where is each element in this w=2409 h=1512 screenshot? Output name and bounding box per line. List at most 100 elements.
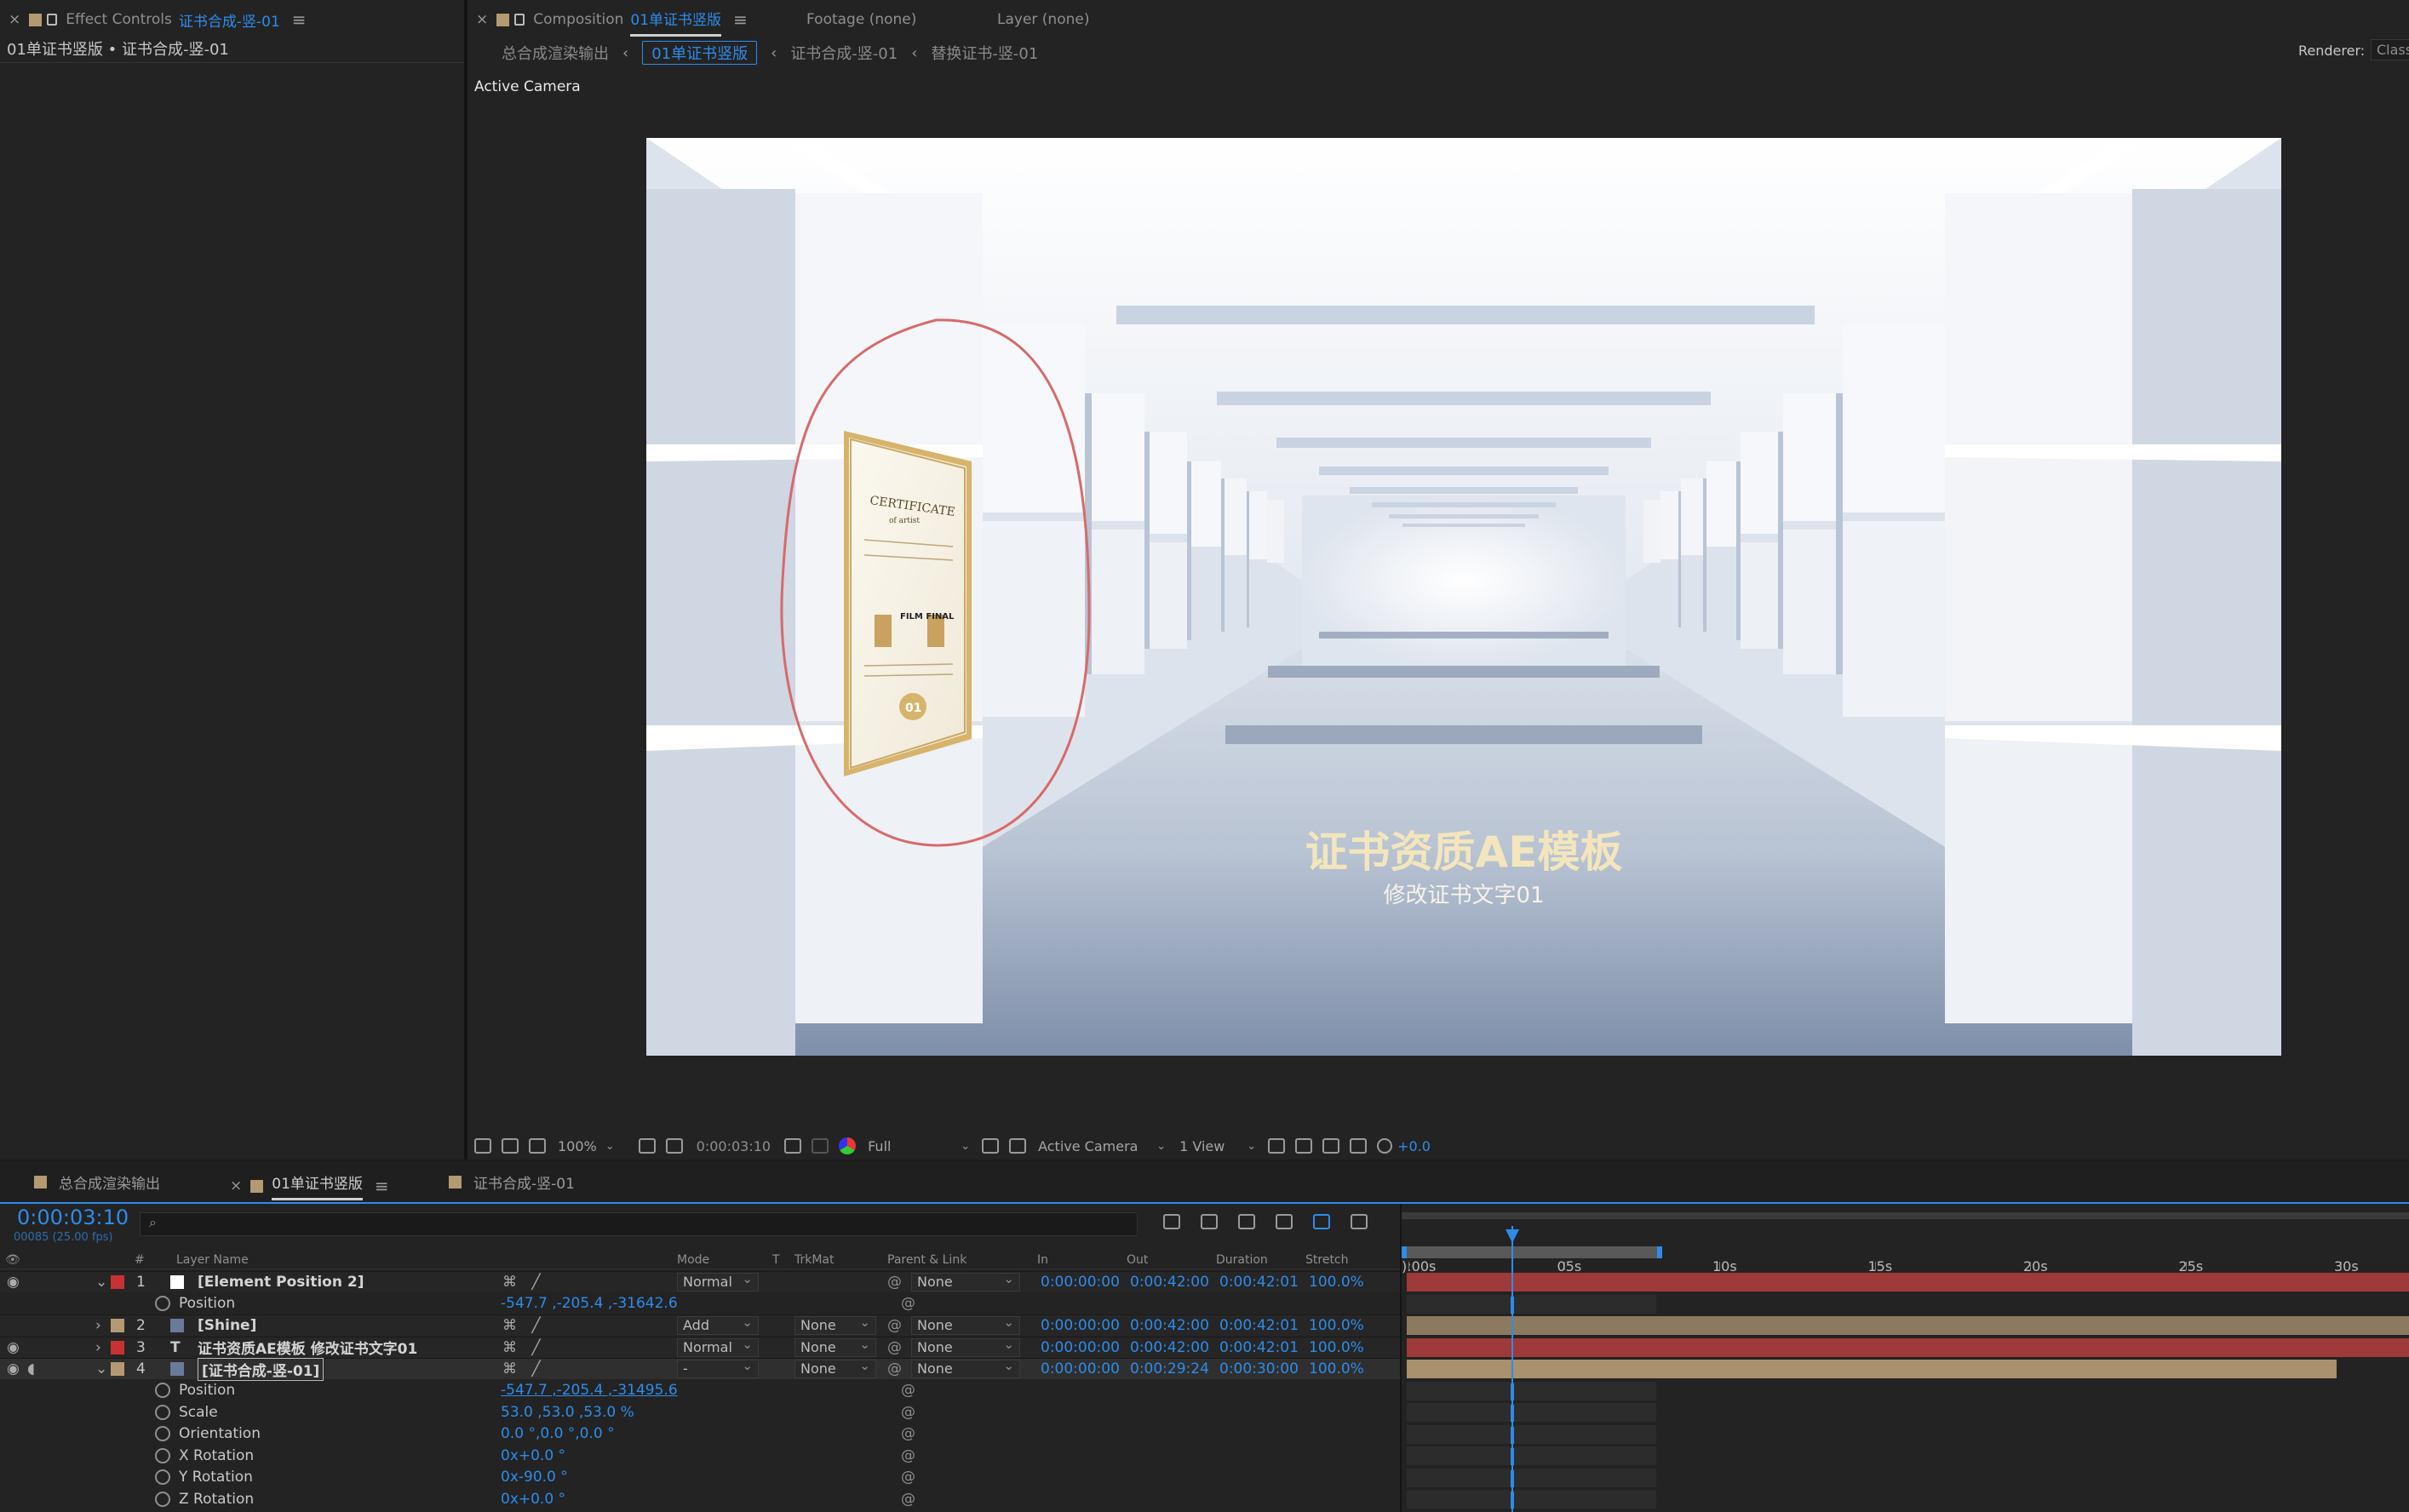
- time-ruler[interactable]: [1402, 1204, 2409, 1269]
- composition-tab[interactable]: × Composition 01单证书竖版 ≡: [476, 2, 748, 37]
- stopwatch-icon[interactable]: [155, 1469, 170, 1486]
- layer-name[interactable]: [Element Position 2]: [198, 1274, 364, 1291]
- channel-icon[interactable]: [839, 1137, 857, 1154]
- mode-select[interactable]: Normal: [677, 1270, 759, 1292]
- tab-render-output[interactable]: 总合成渲染输出: [34, 1171, 160, 1193]
- expression-pickwhip-icon[interactable]: @: [901, 1382, 915, 1399]
- tab-cert-comp[interactable]: 证书合成-竖-01: [449, 1171, 575, 1193]
- layer-name[interactable]: [证书合成-竖-01]: [198, 1357, 324, 1381]
- property-value[interactable]: 0x-90.0 °: [501, 1469, 568, 1486]
- effect-controls-tab[interactable]: × Effect Controls 证书合成-竖-01 ≡: [9, 2, 307, 37]
- footage-tab[interactable]: Footage (none): [806, 2, 916, 37]
- grid-icon[interactable]: [638, 1138, 656, 1154]
- chevron-down-icon[interactable]: ⌄: [95, 1274, 107, 1291]
- stopwatch-icon[interactable]: [155, 1382, 170, 1399]
- layer-duration-bar[interactable]: [1407, 1360, 2337, 1378]
- draft-3d-icon[interactable]: [1201, 1214, 1218, 1229]
- property-value[interactable]: -547.7 ,-205.4 ,-31642.6: [501, 1295, 678, 1312]
- toggle-pixel-aspect-icon[interactable]: [1268, 1138, 1286, 1154]
- col-layer-name[interactable]: Layer Name: [176, 1253, 249, 1267]
- timeline-icon[interactable]: [1322, 1138, 1340, 1154]
- layer-out[interactable]: 0:00:42:00: [1130, 1339, 1209, 1356]
- lock-icon[interactable]: [47, 14, 58, 26]
- composition-frame[interactable]: CERTIFICATE of artist FILM FINAL 01 证书资质…: [646, 138, 2281, 1056]
- always-preview-icon[interactable]: [474, 1138, 491, 1154]
- layer-in[interactable]: 0:00:00:00: [1041, 1317, 1120, 1334]
- stopwatch-icon[interactable]: [155, 1491, 170, 1508]
- layer-name[interactable]: 证书资质AE模板 修改证书文字01: [198, 1337, 417, 1358]
- parent-select[interactable]: None: [911, 1357, 1020, 1378]
- close-icon[interactable]: ×: [476, 11, 488, 28]
- monitor-icon[interactable]: [502, 1138, 519, 1154]
- view-layout-select[interactable]: 1 View ⌄: [1179, 1138, 1256, 1154]
- tab-current-comp[interactable]: × 01单证书竖版 ≡: [230, 1171, 389, 1200]
- property-value[interactable]: 0.0 °,0.0 °,0.0 °: [501, 1425, 615, 1442]
- layer-in[interactable]: 0:00:00:00: [1041, 1360, 1120, 1377]
- graph-editor-icon[interactable]: [1351, 1214, 1368, 1229]
- chevron-right-icon[interactable]: ›: [95, 1339, 101, 1356]
- layer-duration-bar[interactable]: [1407, 1273, 2409, 1292]
- expression-pickwhip-icon[interactable]: @: [901, 1404, 915, 1421]
- eye-icon[interactable]: ◉: [7, 1360, 20, 1377]
- chevron-right-icon[interactable]: ›: [95, 1317, 101, 1334]
- layer-stretch[interactable]: 100.0%: [1309, 1360, 1364, 1377]
- layer-switches[interactable]: ⌘ ╱: [502, 1317, 546, 1334]
- parent-pickwhip-icon[interactable]: @: [887, 1317, 902, 1334]
- stopwatch-icon[interactable]: [155, 1404, 170, 1421]
- camera-select[interactable]: Active Camera ⌄: [1038, 1138, 1166, 1154]
- work-area-track[interactable]: [1402, 1212, 2409, 1219]
- label-color[interactable]: [111, 1339, 124, 1356]
- panel-menu-icon[interactable]: ≡: [733, 9, 748, 30]
- close-icon[interactable]: ×: [9, 11, 20, 28]
- label-color[interactable]: [111, 1274, 124, 1291]
- eye-icon[interactable]: ◉: [7, 1339, 20, 1356]
- breadcrumb-item[interactable]: 替换证书-竖-01: [931, 42, 1038, 64]
- renderer-select[interactable]: Class: [2371, 39, 2409, 60]
- frame-blending-icon[interactable]: [1276, 1214, 1293, 1229]
- layer-duration[interactable]: 0:00:42:01: [1219, 1317, 1299, 1334]
- comp-mini-flowchart-icon[interactable]: [1163, 1214, 1180, 1229]
- region-icon[interactable]: [665, 1138, 683, 1154]
- search-input[interactable]: ⌕: [140, 1212, 1138, 1236]
- trkmat-select[interactable]: None: [794, 1336, 876, 1357]
- parent-select[interactable]: None: [911, 1270, 1020, 1292]
- layer-duration-bar[interactable]: [1407, 1316, 2409, 1335]
- stopwatch-icon[interactable]: [155, 1425, 170, 1442]
- label-color[interactable]: [111, 1360, 124, 1377]
- mode-select[interactable]: -: [677, 1357, 759, 1378]
- layer-tab[interactable]: Layer (none): [997, 2, 1089, 37]
- lock-icon[interactable]: [514, 14, 525, 26]
- layer-out[interactable]: 0:00:42:00: [1130, 1317, 1209, 1334]
- layer-stretch[interactable]: 100.0%: [1309, 1274, 1364, 1291]
- camera-snapshot-icon[interactable]: [784, 1138, 802, 1154]
- layer-row[interactable]: ◉ ◖ ⌄ 4 [证书合成-竖-01] ⌘ ╱ - None @ None 0:…: [0, 1357, 1400, 1381]
- property-value[interactable]: 0x+0.0 °: [501, 1491, 565, 1508]
- layer-stretch[interactable]: 100.0%: [1309, 1339, 1364, 1356]
- fast-previews-icon[interactable]: [1295, 1138, 1313, 1154]
- property-value[interactable]: 53.0 ,53.0 ,53.0 %: [501, 1404, 634, 1421]
- layer-duration-bar[interactable]: [1407, 1337, 2409, 1357]
- stopwatch-icon[interactable]: [155, 1295, 170, 1312]
- layer-switches[interactable]: ⌘ ╱: [502, 1339, 546, 1356]
- mode-select[interactable]: Normal: [677, 1336, 759, 1357]
- panel-menu-icon[interactable]: ≡: [375, 1176, 389, 1196]
- zoom-select[interactable]: 100% ⌄: [558, 1138, 615, 1154]
- layer-in[interactable]: 0:00:00:00: [1041, 1274, 1120, 1291]
- motion-blur-icon[interactable]: [1313, 1214, 1330, 1229]
- parent-pickwhip-icon[interactable]: @: [887, 1360, 902, 1377]
- audio-icon[interactable]: ◖: [27, 1360, 35, 1377]
- parent-pickwhip-icon[interactable]: @: [887, 1274, 902, 1291]
- chevron-down-icon[interactable]: ⌄: [95, 1360, 107, 1377]
- trkmat-select[interactable]: None: [794, 1357, 876, 1378]
- layer-stretch[interactable]: 100.0%: [1309, 1317, 1364, 1334]
- layer-out[interactable]: 0:00:29:24: [1130, 1360, 1209, 1377]
- label-color[interactable]: [111, 1317, 124, 1334]
- layer-switches[interactable]: ⌘ ╱: [502, 1274, 546, 1291]
- parent-pickwhip-icon[interactable]: @: [887, 1339, 902, 1356]
- show-snapshot-icon[interactable]: [812, 1138, 829, 1154]
- resolution-select[interactable]: Full ⌄: [868, 1138, 970, 1154]
- parent-select[interactable]: None: [911, 1336, 1020, 1357]
- playhead-handle[interactable]: [1506, 1229, 1519, 1243]
- layer-out[interactable]: 0:00:42:00: [1130, 1274, 1209, 1291]
- layer-duration[interactable]: 0:00:42:01: [1219, 1339, 1299, 1356]
